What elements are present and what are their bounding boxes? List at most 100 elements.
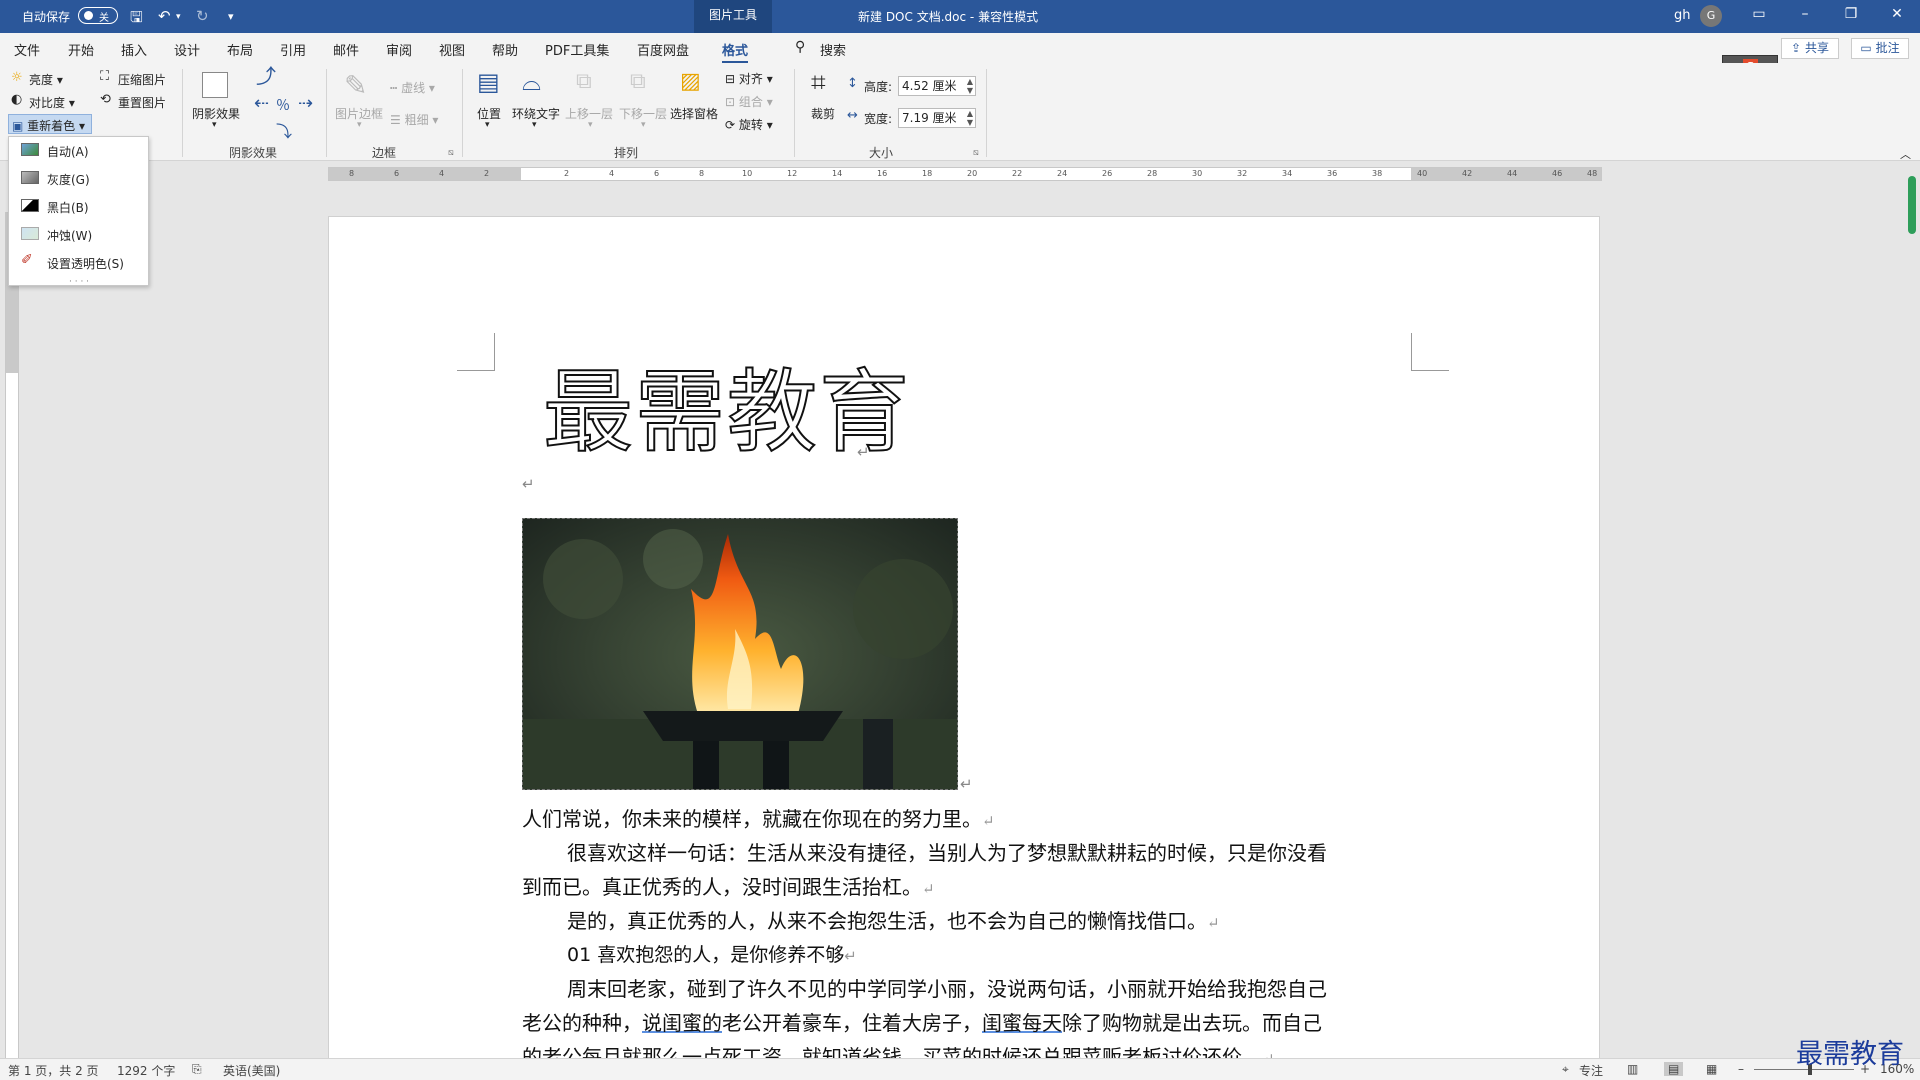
search-label[interactable]: 搜索 <box>820 40 846 59</box>
proofing-icon[interactable]: ⎘ <box>192 1062 202 1077</box>
tab-home[interactable]: 开始 <box>68 40 94 59</box>
wrap-text-dropdown-icon[interactable]: ▾ <box>532 120 537 130</box>
tab-layout[interactable]: 布局 <box>227 40 253 59</box>
undo-icon[interactable]: ↶ <box>158 7 171 25</box>
tab-baidu-netdisk[interactable]: 百度网盘 <box>637 40 689 59</box>
shadow-toggle-icon[interactable]: ％ <box>276 95 290 115</box>
nudge-shadow-up-icon[interactable]: ⤴ <box>256 66 276 86</box>
close-icon[interactable]: ✕ <box>1882 6 1912 22</box>
brightness-button[interactable]: 亮度 ▾ <box>29 71 63 88</box>
group-button[interactable]: ⊡ 组合 ▾ <box>725 93 773 110</box>
web-layout-icon[interactable]: ▦ <box>1706 1062 1717 1076</box>
margin-corner-mark <box>1411 333 1449 371</box>
grayscale-thumbnail-icon <box>21 171 39 184</box>
align-button[interactable]: ⊟ 对齐 ▾ <box>725 70 773 87</box>
nudge-shadow-down-icon[interactable]: ⤵ <box>276 118 292 142</box>
body-paragraph[interactable]: 老公的种种，说闺蜜的老公开着豪车，住着大房子，闺蜜每天除了购物就是出去玩。而自己 <box>522 1008 1322 1038</box>
reset-picture-button[interactable]: 重置图片 <box>118 94 166 111</box>
redo-icon[interactable]: ↻ <box>196 7 209 25</box>
dashes-button[interactable]: ┅ 虚线 ▾ <box>390 79 435 96</box>
language-indicator[interactable]: 英语(美国) <box>223 1062 280 1079</box>
border-dialog-launcher-icon[interactable]: ⧅ <box>448 148 454 158</box>
shadow-effects-dropdown-icon[interactable]: ▾ <box>212 120 217 130</box>
focus-icon[interactable]: ⌖ <box>1562 1062 1569 1077</box>
recolor-washout[interactable]: 冲蚀(W) <box>9 221 148 247</box>
autosave-toggle[interactable]: 关 <box>78 7 118 24</box>
avatar[interactable]: G <box>1700 5 1722 27</box>
tab-view[interactable]: 视图 <box>439 40 465 59</box>
compress-pictures-button[interactable]: 压缩图片 <box>118 71 166 88</box>
body-paragraph[interactable]: 人们常说，你未来的模样，就藏在你现在的努力里。↵ <box>522 804 995 836</box>
document-page[interactable]: 最需教育 ↵ ↵ ↵ 人们常说，你未来的模样，就藏在你现在的努力里。↵ 很喜欢这… <box>328 216 1600 1066</box>
minimize-icon[interactable]: – <box>1790 6 1820 22</box>
size-dialog-launcher-icon[interactable]: ⧅ <box>973 148 979 158</box>
collapse-ribbon-icon[interactable]: ︿ <box>1900 146 1911 162</box>
section-heading[interactable]: 01 喜欢抱怨的人，是你修养不够↵ <box>567 940 857 971</box>
horizontal-ruler[interactable]: 8 6 4 2 2 4 6 8 10 12 14 16 18 20 22 24 … <box>328 167 1602 181</box>
group-separator <box>794 69 795 157</box>
resize-grip-icon[interactable]: · · · · <box>69 277 89 287</box>
contrast-button[interactable]: 对比度 ▾ <box>29 94 75 111</box>
position-dropdown-icon[interactable]: ▾ <box>485 120 490 130</box>
picture-border-dropdown-icon[interactable]: ▾ <box>357 120 362 130</box>
ruler-tick: 38 <box>1372 169 1383 178</box>
vertical-scrollbar[interactable] <box>1908 176 1916 234</box>
document-heading[interactable]: 最需教育 <box>542 362 911 464</box>
read-mode-icon[interactable]: ▥ <box>1627 1062 1638 1076</box>
height-spinner-icon[interactable]: ▲ ▼ <box>967 77 973 95</box>
fire-pit-photo[interactable] <box>522 518 958 790</box>
tab-design[interactable]: 设计 <box>174 40 200 59</box>
zoom-out-icon[interactable]: – <box>1738 1062 1744 1076</box>
width-spinner-icon[interactable]: ▲ ▼ <box>967 109 973 127</box>
save-icon[interactable]: 🖫 <box>130 7 143 32</box>
ribbon-display-icon[interactable]: ▭ <box>1744 6 1774 22</box>
selection-pane-button[interactable]: 选择窗格 <box>670 105 718 122</box>
nudge-shadow-left-icon[interactable]: ⇠ <box>254 93 269 114</box>
recolor-button[interactable]: ▣ 重新着色 ▾ <box>8 114 92 134</box>
send-backward-dropdown-icon[interactable]: ▾ <box>641 120 646 130</box>
word-count[interactable]: 1292 个字 <box>117 1062 175 1079</box>
tab-format[interactable]: 格式 <box>722 40 749 64</box>
rotate-button[interactable]: ⟳ 旋转 ▾ <box>725 116 773 133</box>
tab-file[interactable]: 文件 <box>14 40 40 59</box>
ruler-tick: 48 <box>1587 169 1598 178</box>
recolor-auto[interactable]: 自动(A) <box>9 137 148 163</box>
body-paragraph[interactable]: 周末回老家，碰到了许久不见的中学同学小丽，没说两句话，小丽就开始给我抱怨自己 <box>567 974 1327 1004</box>
comments-button[interactable]: ▭ 批注 <box>1851 38 1909 59</box>
user-name[interactable]: gh <box>1674 8 1691 23</box>
recolor-grayscale[interactable]: 灰度(G) <box>9 165 148 191</box>
crop-button[interactable]: 裁剪 <box>811 105 835 122</box>
tab-help[interactable]: 帮助 <box>492 40 518 59</box>
print-layout-icon[interactable]: ▤ <box>1664 1062 1684 1076</box>
weight-button[interactable]: ☰ 粗细 ▾ <box>390 111 438 128</box>
customize-toolbar-icon[interactable]: ▾ <box>228 10 234 23</box>
tab-mailings[interactable]: 邮件 <box>333 40 359 59</box>
bring-forward-dropdown-icon[interactable]: ▾ <box>588 120 593 130</box>
nudge-shadow-right-icon[interactable]: ⇢ <box>298 93 313 114</box>
body-paragraph[interactable]: 是的，真正优秀的人，从来不会抱怨生活，也不会为自己的懒惰找借口。↵ <box>567 906 1220 938</box>
restore-icon[interactable]: ❐ <box>1836 6 1866 22</box>
height-input[interactable]: 4.52 厘米 ▲ ▼ <box>898 76 976 96</box>
vertical-ruler[interactable] <box>5 212 19 1062</box>
body-paragraph[interactable]: 到而已。真正优秀的人，没时间跟生活抬杠。↵ <box>522 872 935 904</box>
body-paragraph[interactable]: 很喜欢这样一句话：生活从来没有捷径，当别人为了梦想默默耕耘的时候，只是你没看 <box>567 838 1327 868</box>
recolor-black-white-label: 黑白(B) <box>47 201 89 215</box>
set-transparent-color[interactable]: ✐ 设置透明色(S) <box>9 249 148 275</box>
body-line-text: 人们常说，你未来的模样，就藏在你现在的努力里。 <box>522 807 982 831</box>
tab-review[interactable]: 审阅 <box>386 40 412 59</box>
paragraph-mark-icon: ↵ <box>844 947 857 965</box>
undo-dropdown-icon[interactable]: ▾ <box>176 12 181 22</box>
tab-references[interactable]: 引用 <box>280 40 306 59</box>
search-icon[interactable]: ⚲ <box>795 39 805 55</box>
share-button[interactable]: ⇪ 共享 <box>1781 38 1839 59</box>
toggle-knob <box>84 11 93 20</box>
focus-mode-label[interactable]: 专注 <box>1579 1062 1603 1079</box>
page-count[interactable]: 第 1 页，共 2 页 <box>8 1062 99 1079</box>
tab-pdf-tools[interactable]: PDF工具集 <box>545 40 609 59</box>
ruler-tick: 26 <box>1102 169 1113 178</box>
tab-insert[interactable]: 插入 <box>121 40 147 59</box>
position-icon: ▤ <box>477 68 500 96</box>
recolor-black-white[interactable]: 黑白(B) <box>9 193 148 219</box>
body-line-text: 是的，真正优秀的人，从来不会抱怨生活，也不会为自己的懒惰找借口。 <box>567 909 1207 933</box>
width-input[interactable]: 7.19 厘米 ▲ ▼ <box>898 108 976 128</box>
